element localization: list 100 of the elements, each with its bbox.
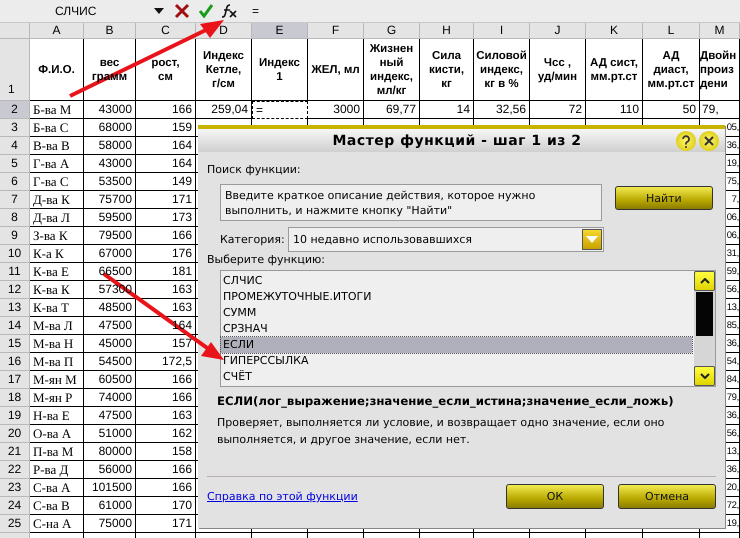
scroll-thumb[interactable] bbox=[696, 292, 713, 336]
row-header[interactable]: 12 bbox=[0, 281, 30, 299]
row-header[interactable]: 14 bbox=[0, 317, 30, 335]
table-cell: 163 bbox=[172, 408, 192, 422]
scroll-up-button[interactable] bbox=[694, 271, 715, 291]
column-title: Двойн произ дени bbox=[700, 48, 736, 90]
table-cell: 45000 bbox=[98, 336, 132, 350]
row-header[interactable]: 9 bbox=[0, 227, 30, 245]
row-header[interactable]: 6 bbox=[0, 173, 30, 191]
function-signature: ЕСЛИ(лог_выражение;значение_если_истина;значение_если_ложь) bbox=[217, 394, 675, 410]
column-title: Сила кисти, кг bbox=[428, 48, 464, 90]
table-cell: 14 bbox=[456, 102, 470, 116]
column-header[interactable]: G bbox=[364, 23, 420, 39]
function-item[interactable]: ПРОМЕЖУТОЧНЫЕ.ИТОГИ bbox=[221, 289, 692, 305]
function-item[interactable]: СЛЧИС bbox=[221, 273, 692, 289]
table-cell: 56, bbox=[726, 284, 739, 295]
row-header[interactable]: 7 bbox=[0, 191, 30, 209]
table-cell: 36, bbox=[726, 140, 739, 151]
table-cell: 54500 bbox=[98, 354, 132, 368]
table-cell: С-на А bbox=[33, 516, 72, 531]
table-cell: 59, bbox=[726, 266, 739, 277]
row-header[interactable]: 18 bbox=[0, 389, 30, 407]
column-title: Индекс 1 bbox=[259, 56, 300, 84]
table-cell: 05, bbox=[726, 122, 739, 133]
table-cell: 36, bbox=[726, 338, 739, 349]
column-header[interactable]: E bbox=[252, 23, 308, 39]
column-header[interactable]: F bbox=[308, 23, 364, 39]
table-cell: 72 bbox=[568, 102, 582, 116]
scroll-down-button[interactable] bbox=[694, 366, 715, 386]
row-header[interactable]: 4 bbox=[0, 137, 30, 155]
table-cell: 56, bbox=[726, 428, 739, 439]
column-header[interactable]: L bbox=[643, 23, 700, 39]
column-header[interactable]: C bbox=[136, 23, 196, 39]
table-cell: 110 bbox=[620, 102, 639, 116]
table-cell: 47500 bbox=[98, 408, 132, 422]
table-cell: 80000 bbox=[98, 444, 132, 458]
name-box[interactable]: СЛЧИС bbox=[0, 1, 170, 21]
table-cell: К-а К bbox=[33, 246, 64, 261]
column-header[interactable]: B bbox=[84, 23, 136, 39]
row-header[interactable]: 5 bbox=[0, 155, 30, 173]
check-icon bbox=[198, 3, 214, 19]
help-link[interactable]: Справка по этой функции bbox=[207, 490, 358, 503]
row-header[interactable]: 16 bbox=[0, 353, 30, 371]
column-title: Чсс , уд/мин bbox=[538, 56, 578, 84]
table-cell: 67000 bbox=[98, 246, 132, 260]
column-header[interactable]: I bbox=[474, 23, 530, 39]
row-header[interactable]: 17 bbox=[0, 371, 30, 389]
column-header[interactable]: H bbox=[420, 23, 474, 39]
scrollbar[interactable] bbox=[694, 271, 715, 386]
row-header[interactable]: 10 bbox=[0, 245, 30, 263]
name-box-text: СЛЧИС bbox=[55, 4, 98, 18]
table-cell: 166 bbox=[172, 372, 192, 386]
row-header[interactable]: 3 bbox=[0, 119, 30, 137]
row-header[interactable]: 25 bbox=[0, 515, 30, 533]
row-header[interactable]: 13 bbox=[0, 299, 30, 317]
close-button[interactable] bbox=[699, 130, 719, 150]
row-header[interactable]: 11 bbox=[0, 263, 30, 281]
row-header[interactable]: 19 bbox=[0, 407, 30, 425]
function-list-label: Выберите функцию: bbox=[207, 252, 326, 268]
cancel-button[interactable]: Отмена bbox=[618, 484, 716, 509]
row-header[interactable]: 15 bbox=[0, 335, 30, 353]
row-number[interactable]: 1 bbox=[8, 81, 15, 98]
table-cell: 79500 bbox=[98, 228, 132, 242]
formula-field[interactable]: = bbox=[252, 2, 652, 20]
column-header[interactable]: K bbox=[586, 23, 643, 39]
search-field[interactable]: Введите краткое описание действия, которое нужно выполнить, и нажмите кнопку "Найти" bbox=[220, 184, 602, 221]
table-cell: 166 bbox=[172, 462, 192, 476]
find-button[interactable]: Найти bbox=[614, 186, 713, 210]
table-cell: 164 bbox=[172, 138, 192, 152]
help-button[interactable] bbox=[676, 130, 696, 150]
column-header[interactable]: A bbox=[30, 23, 84, 39]
function-item[interactable]: СРЗНАЧ bbox=[221, 321, 692, 337]
function-item[interactable]: СЧЁТ bbox=[221, 369, 692, 385]
row-header[interactable]: 21 bbox=[0, 443, 30, 461]
table-cell: О-ва А bbox=[33, 426, 72, 441]
ok-button[interactable]: ОК bbox=[506, 484, 604, 509]
table-cell: 7, bbox=[732, 194, 739, 205]
function-item[interactable]: ГИПЕРССЫЛКА bbox=[221, 353, 692, 369]
table-cell: 75, bbox=[726, 176, 739, 187]
row-header[interactable]: 23 bbox=[0, 479, 30, 497]
table-cell: 56000 bbox=[98, 462, 132, 476]
table-cell: 176 bbox=[172, 246, 192, 260]
row-header[interactable]: 8 bbox=[0, 209, 30, 227]
function-item[interactable]: ЕСЛИ bbox=[221, 337, 692, 353]
table-cell: 101500 bbox=[92, 480, 132, 494]
column-header[interactable]: M bbox=[700, 23, 740, 39]
table-cell: В-ва В bbox=[33, 138, 70, 153]
table-cell: 06, bbox=[726, 212, 739, 223]
table-cell: Д-ва К bbox=[33, 192, 70, 207]
category-dropdown[interactable]: 10 недавно использовавшихся bbox=[288, 227, 604, 252]
table-cell: 166 bbox=[172, 102, 192, 116]
column-header[interactable]: J bbox=[530, 23, 586, 39]
row-header[interactable]: 22 bbox=[0, 461, 30, 479]
table-cell: М-ян Р bbox=[33, 390, 72, 405]
row-header[interactable]: 2 bbox=[0, 101, 30, 119]
row-header[interactable]: 20 bbox=[0, 425, 30, 443]
table-cell: 173 bbox=[172, 210, 192, 224]
table-cell: 31, bbox=[726, 248, 739, 259]
row-header[interactable]: 24 bbox=[0, 497, 30, 515]
function-item[interactable]: СУММ bbox=[221, 305, 692, 321]
